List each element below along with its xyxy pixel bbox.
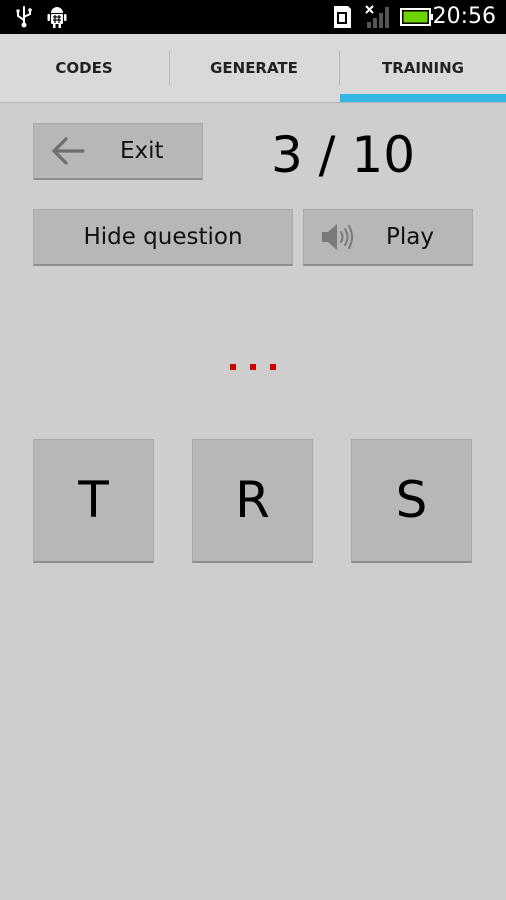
battery-icon xyxy=(400,8,433,26)
android-debug-icon xyxy=(47,7,67,28)
tab-bar: CODES GENERATE TRAINING xyxy=(0,34,506,103)
signal-icon xyxy=(365,5,389,28)
morse-dot xyxy=(250,364,256,370)
screen: 20:56 CODES GENERATE TRAINING Exit 3 / 1… xyxy=(0,0,506,900)
exit-label: Exit xyxy=(120,138,164,164)
answer-button-s[interactable]: S xyxy=(351,439,472,563)
answer-button-r[interactable]: R xyxy=(192,439,313,563)
speaker-icon xyxy=(322,224,353,250)
answer-label: T xyxy=(78,471,109,529)
question-progress: 3 / 10 xyxy=(270,126,416,184)
tab-codes[interactable]: CODES xyxy=(0,34,168,102)
back-arrow-icon xyxy=(52,137,85,165)
usb-icon xyxy=(16,6,32,28)
answer-label: R xyxy=(235,471,270,529)
tab-training[interactable]: TRAINING xyxy=(340,34,506,102)
status-bar: 20:56 xyxy=(0,0,506,34)
tab-generate[interactable]: GENERATE xyxy=(170,34,338,102)
morse-question xyxy=(230,364,276,370)
exit-button[interactable]: Exit xyxy=(33,123,203,180)
hide-question-label: Hide question xyxy=(83,224,243,250)
sd-card-icon xyxy=(334,6,351,28)
answer-button-t[interactable]: T xyxy=(33,439,154,563)
morse-dot xyxy=(270,364,276,370)
morse-dot xyxy=(230,364,236,370)
selected-tab-indicator xyxy=(340,94,506,102)
play-label: Play xyxy=(386,224,434,250)
answer-label: S xyxy=(395,471,428,529)
play-button[interactable]: Play xyxy=(303,209,473,266)
clock: 20:56 xyxy=(432,4,496,29)
hide-question-button[interactable]: Hide question xyxy=(33,209,293,266)
